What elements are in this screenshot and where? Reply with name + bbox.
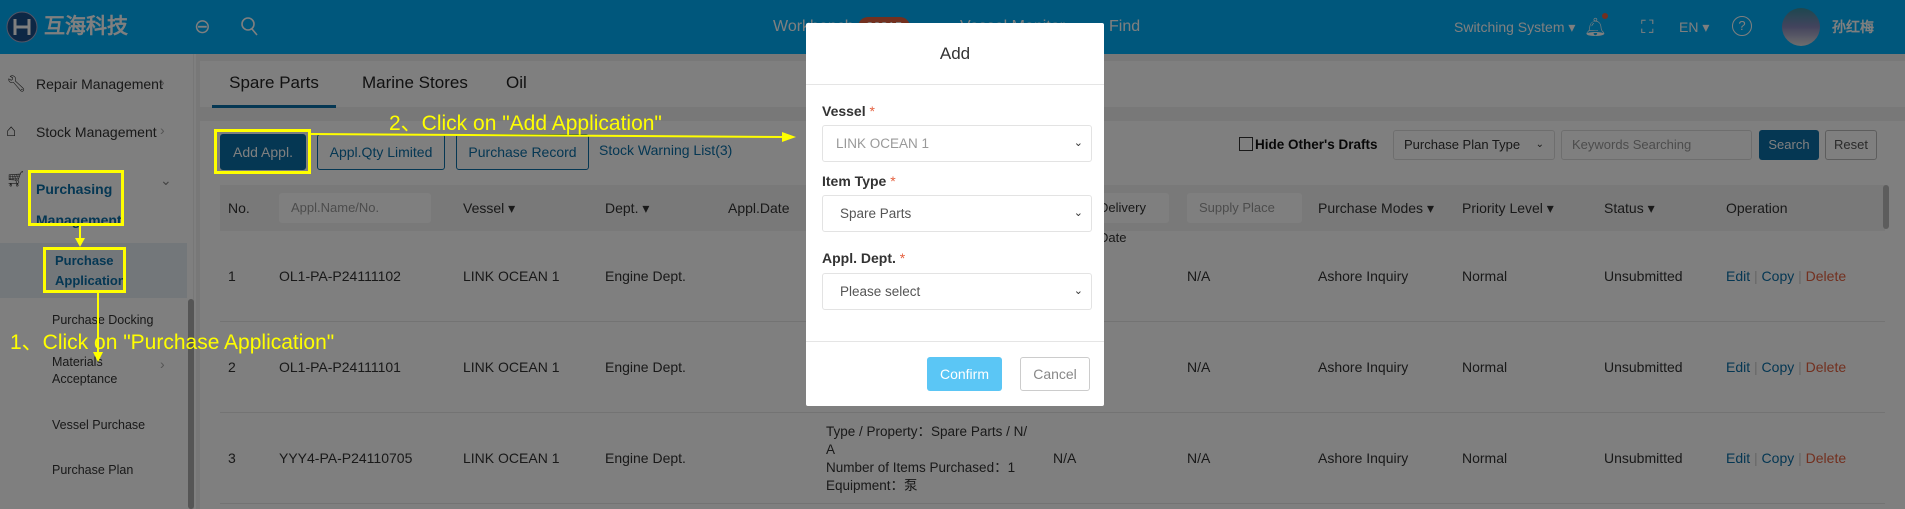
step-1-annotation: 1、Click on "Purchase Application" (10, 331, 335, 354)
highlight-purchasing-management (28, 170, 124, 226)
highlight-purchase-application (43, 247, 126, 293)
step-2-annotation: 2、Click on "Add Application" (389, 112, 662, 135)
annotation-arrows (75, 132, 796, 362)
